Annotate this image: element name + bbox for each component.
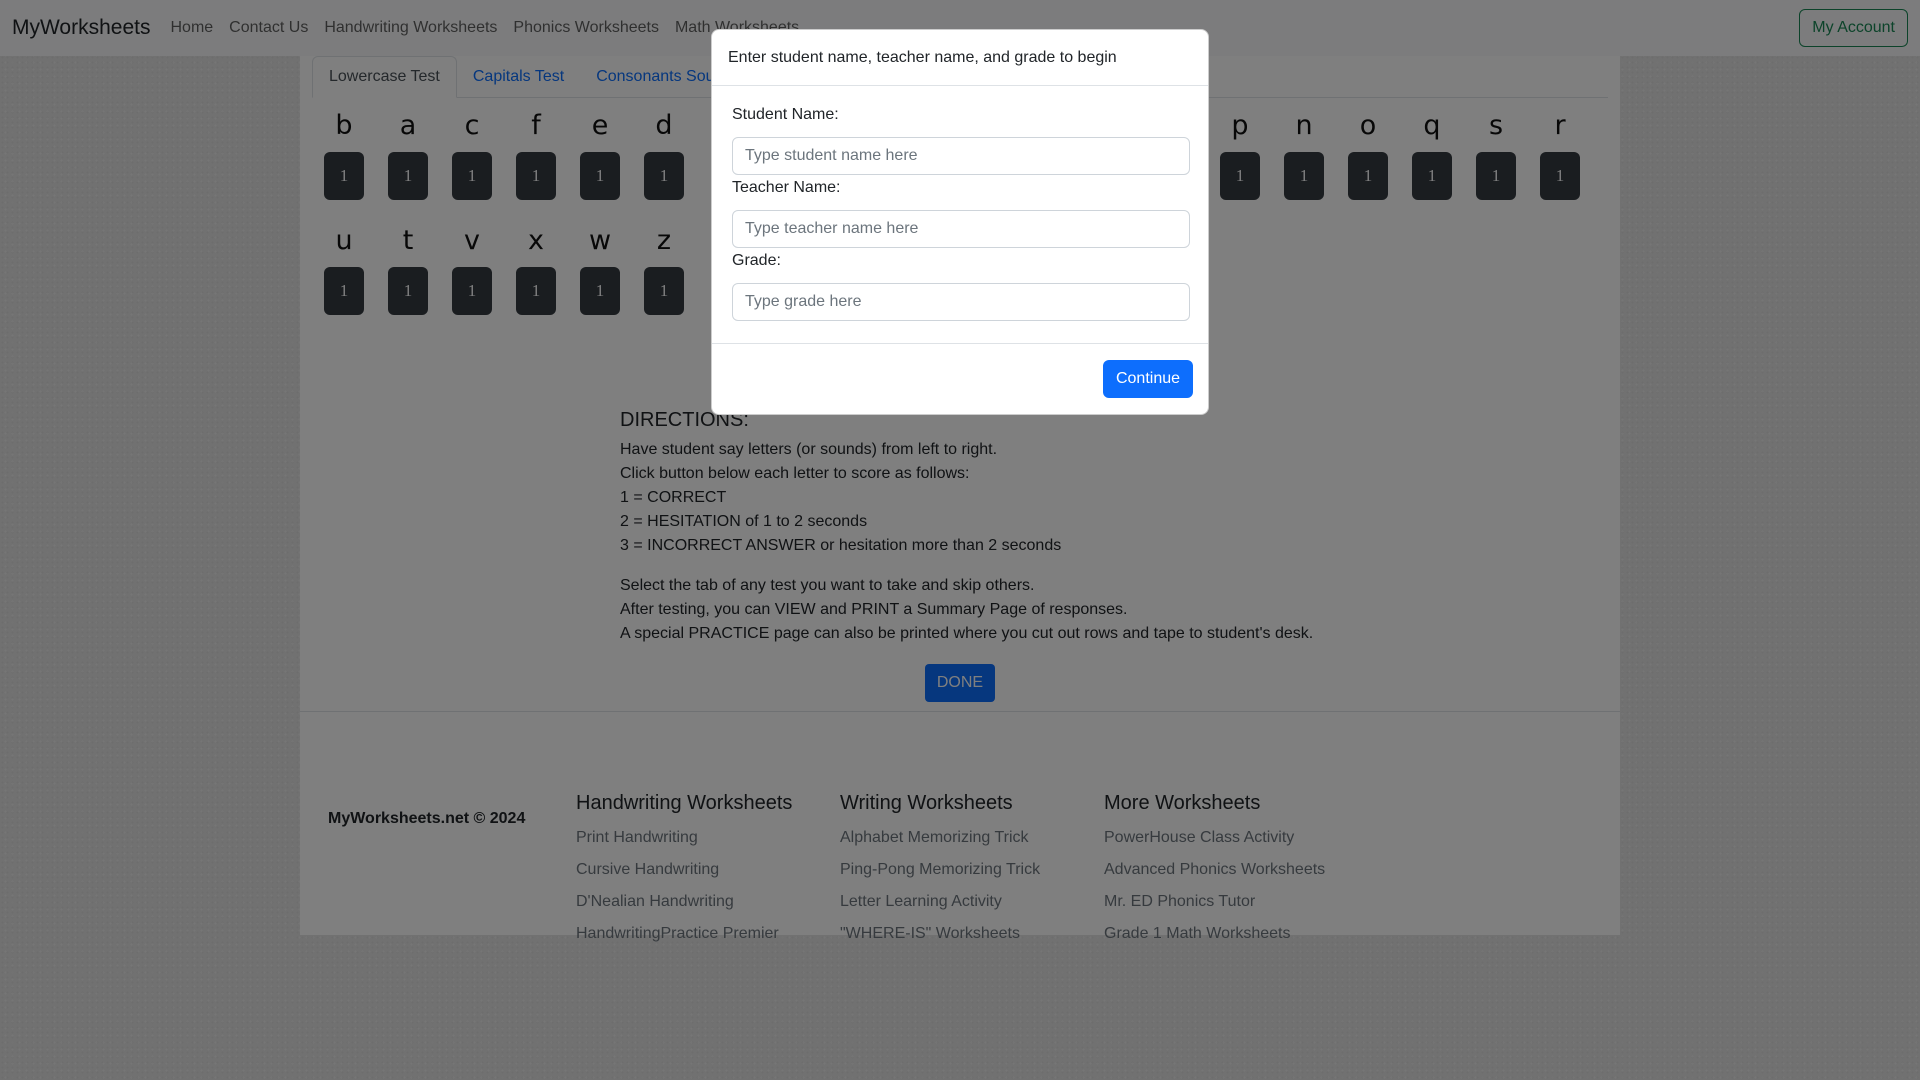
teacher-name-label: Teacher Name: [732,179,841,196]
modal-title: Enter student name, teacher name, and gr… [712,30,1208,86]
student-name-input[interactable] [732,137,1190,175]
modal-body: Student Name: Teacher Name: Grade: [712,86,1208,321]
grade-input[interactable] [732,283,1190,321]
teacher-name-input[interactable] [732,210,1190,248]
student-info-modal: Enter student name, teacher name, and gr… [711,29,1209,415]
continue-button[interactable]: Continue [1103,360,1193,398]
grade-label: Grade: [732,252,781,269]
student-name-label: Student Name: [732,106,839,123]
modal-footer: Continue [712,343,1208,414]
